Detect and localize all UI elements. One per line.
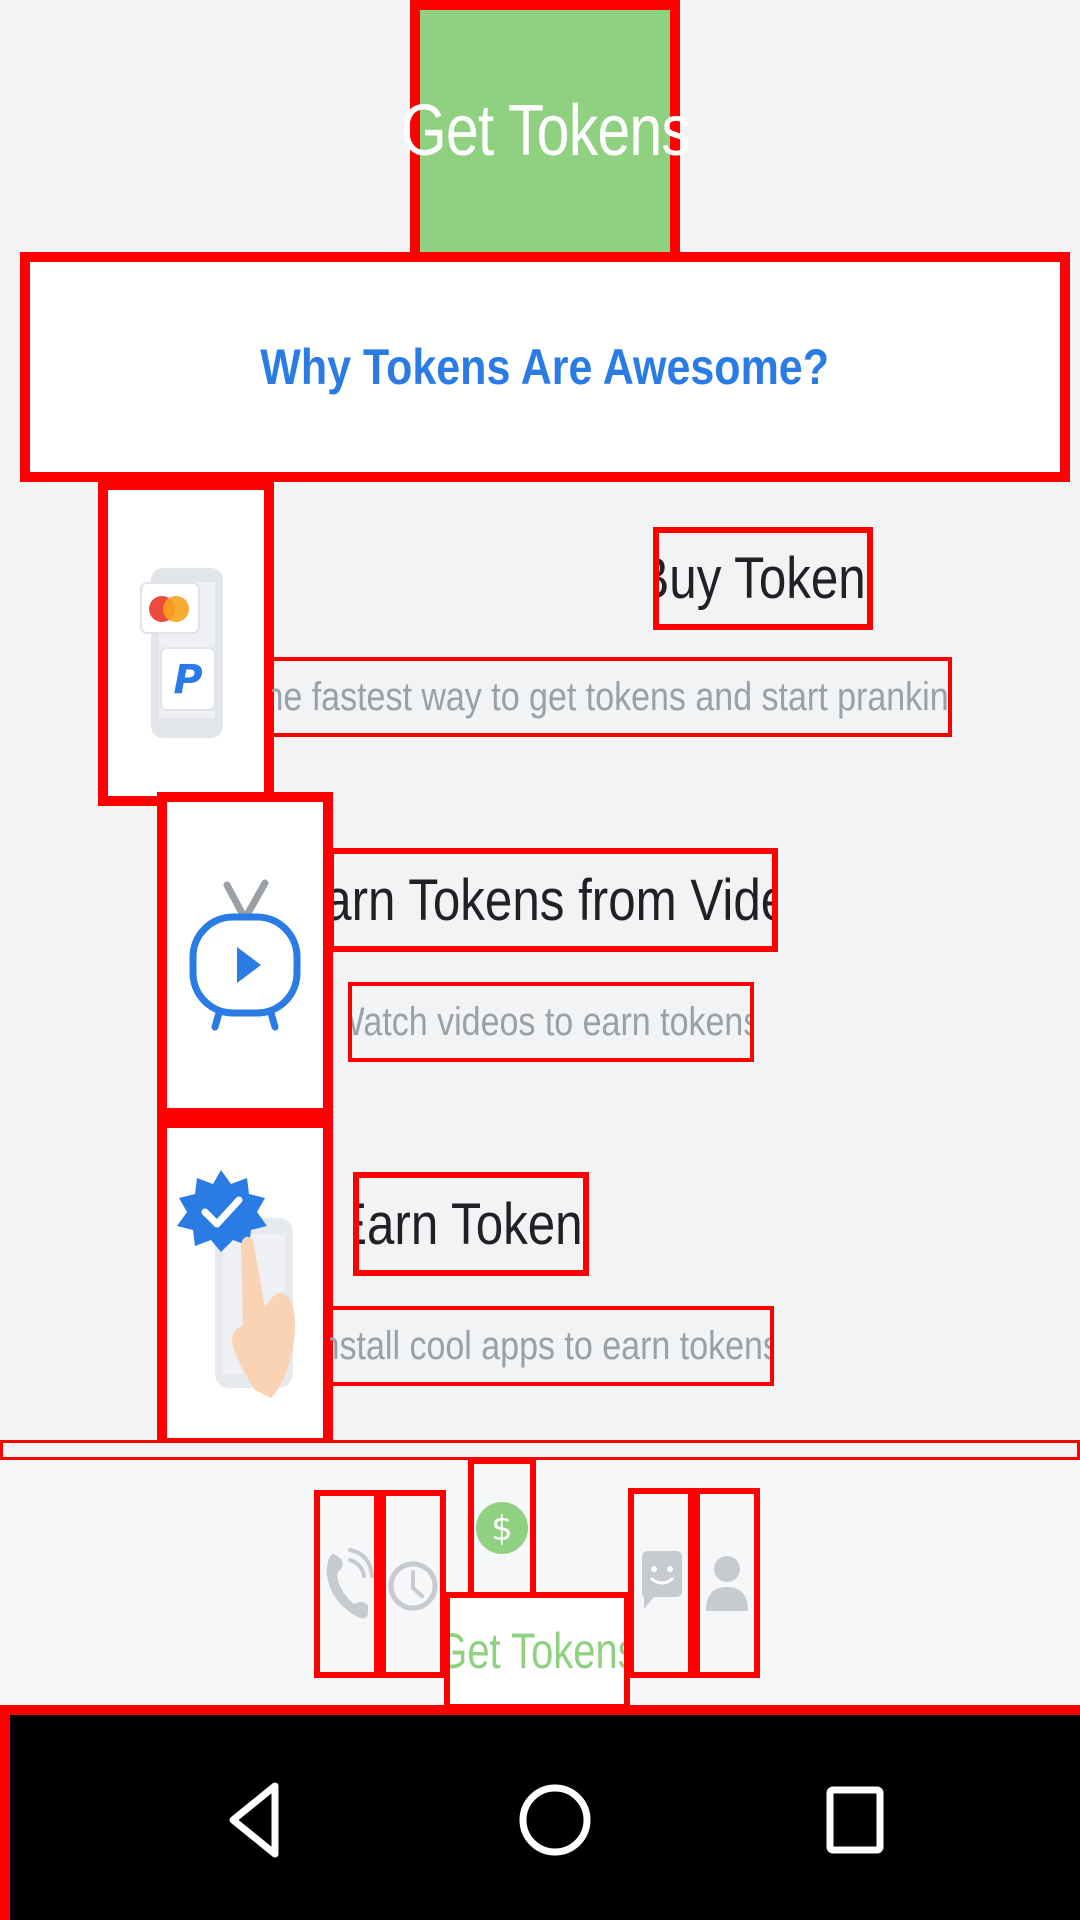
chat-icon bbox=[642, 1551, 682, 1609]
tab-get-tokens[interactable]: $ bbox=[468, 1458, 536, 1598]
back-icon bbox=[229, 1782, 279, 1858]
person-icon bbox=[706, 1556, 748, 1611]
verified-badge-tap-icon bbox=[177, 1170, 295, 1398]
earn-tokens-description: Install cool apps to earn tokens. bbox=[326, 1306, 774, 1386]
payment-phone-icon: P bbox=[140, 568, 223, 738]
why-tokens-text: Why Tokens Are Awesome? bbox=[260, 339, 830, 395]
tab-get-tokens-label[interactable]: Get Tokens bbox=[444, 1592, 630, 1710]
nav-back-button[interactable] bbox=[210, 1765, 300, 1875]
earn-video-description: Watch videos to earn tokens. bbox=[348, 982, 754, 1062]
tab-history[interactable] bbox=[380, 1490, 446, 1678]
earn-video-title: Earn Tokens from Video bbox=[328, 848, 778, 952]
system-navigation-bar bbox=[0, 1705, 1080, 1920]
buy-tokens-description: The fastest way to get tokens and start … bbox=[268, 657, 952, 737]
nav-recents-button[interactable] bbox=[810, 1765, 900, 1875]
home-icon bbox=[519, 1784, 591, 1856]
tabbar-divider bbox=[0, 1440, 1080, 1460]
page-title: Get Tokens bbox=[400, 91, 690, 171]
header-get-tokens: Get Tokens bbox=[400, 0, 691, 262]
tab-calls[interactable] bbox=[314, 1490, 380, 1678]
svg-text:$: $ bbox=[491, 1509, 513, 1549]
tv-play-icon bbox=[189, 879, 301, 1031]
phone-icon bbox=[326, 1548, 374, 1619]
buy-tokens-icon-box[interactable]: P bbox=[98, 480, 274, 806]
nav-home-button[interactable] bbox=[510, 1765, 600, 1875]
dollar-coin-icon: $ bbox=[476, 1502, 528, 1554]
why-tokens-banner[interactable]: Why Tokens Are Awesome? bbox=[20, 252, 1070, 482]
tab-messages[interactable] bbox=[628, 1488, 694, 1678]
clock-icon bbox=[388, 1561, 438, 1611]
recents-icon bbox=[826, 1786, 884, 1854]
video-icon-box[interactable] bbox=[157, 792, 333, 1118]
tab-profile[interactable] bbox=[694, 1488, 760, 1678]
buy-tokens-title: Buy Tokens bbox=[653, 527, 873, 630]
svg-text:P: P bbox=[173, 657, 202, 703]
earn-tokens-title: Earn Tokens bbox=[353, 1172, 589, 1276]
earn-apps-icon-box[interactable] bbox=[157, 1118, 333, 1448]
